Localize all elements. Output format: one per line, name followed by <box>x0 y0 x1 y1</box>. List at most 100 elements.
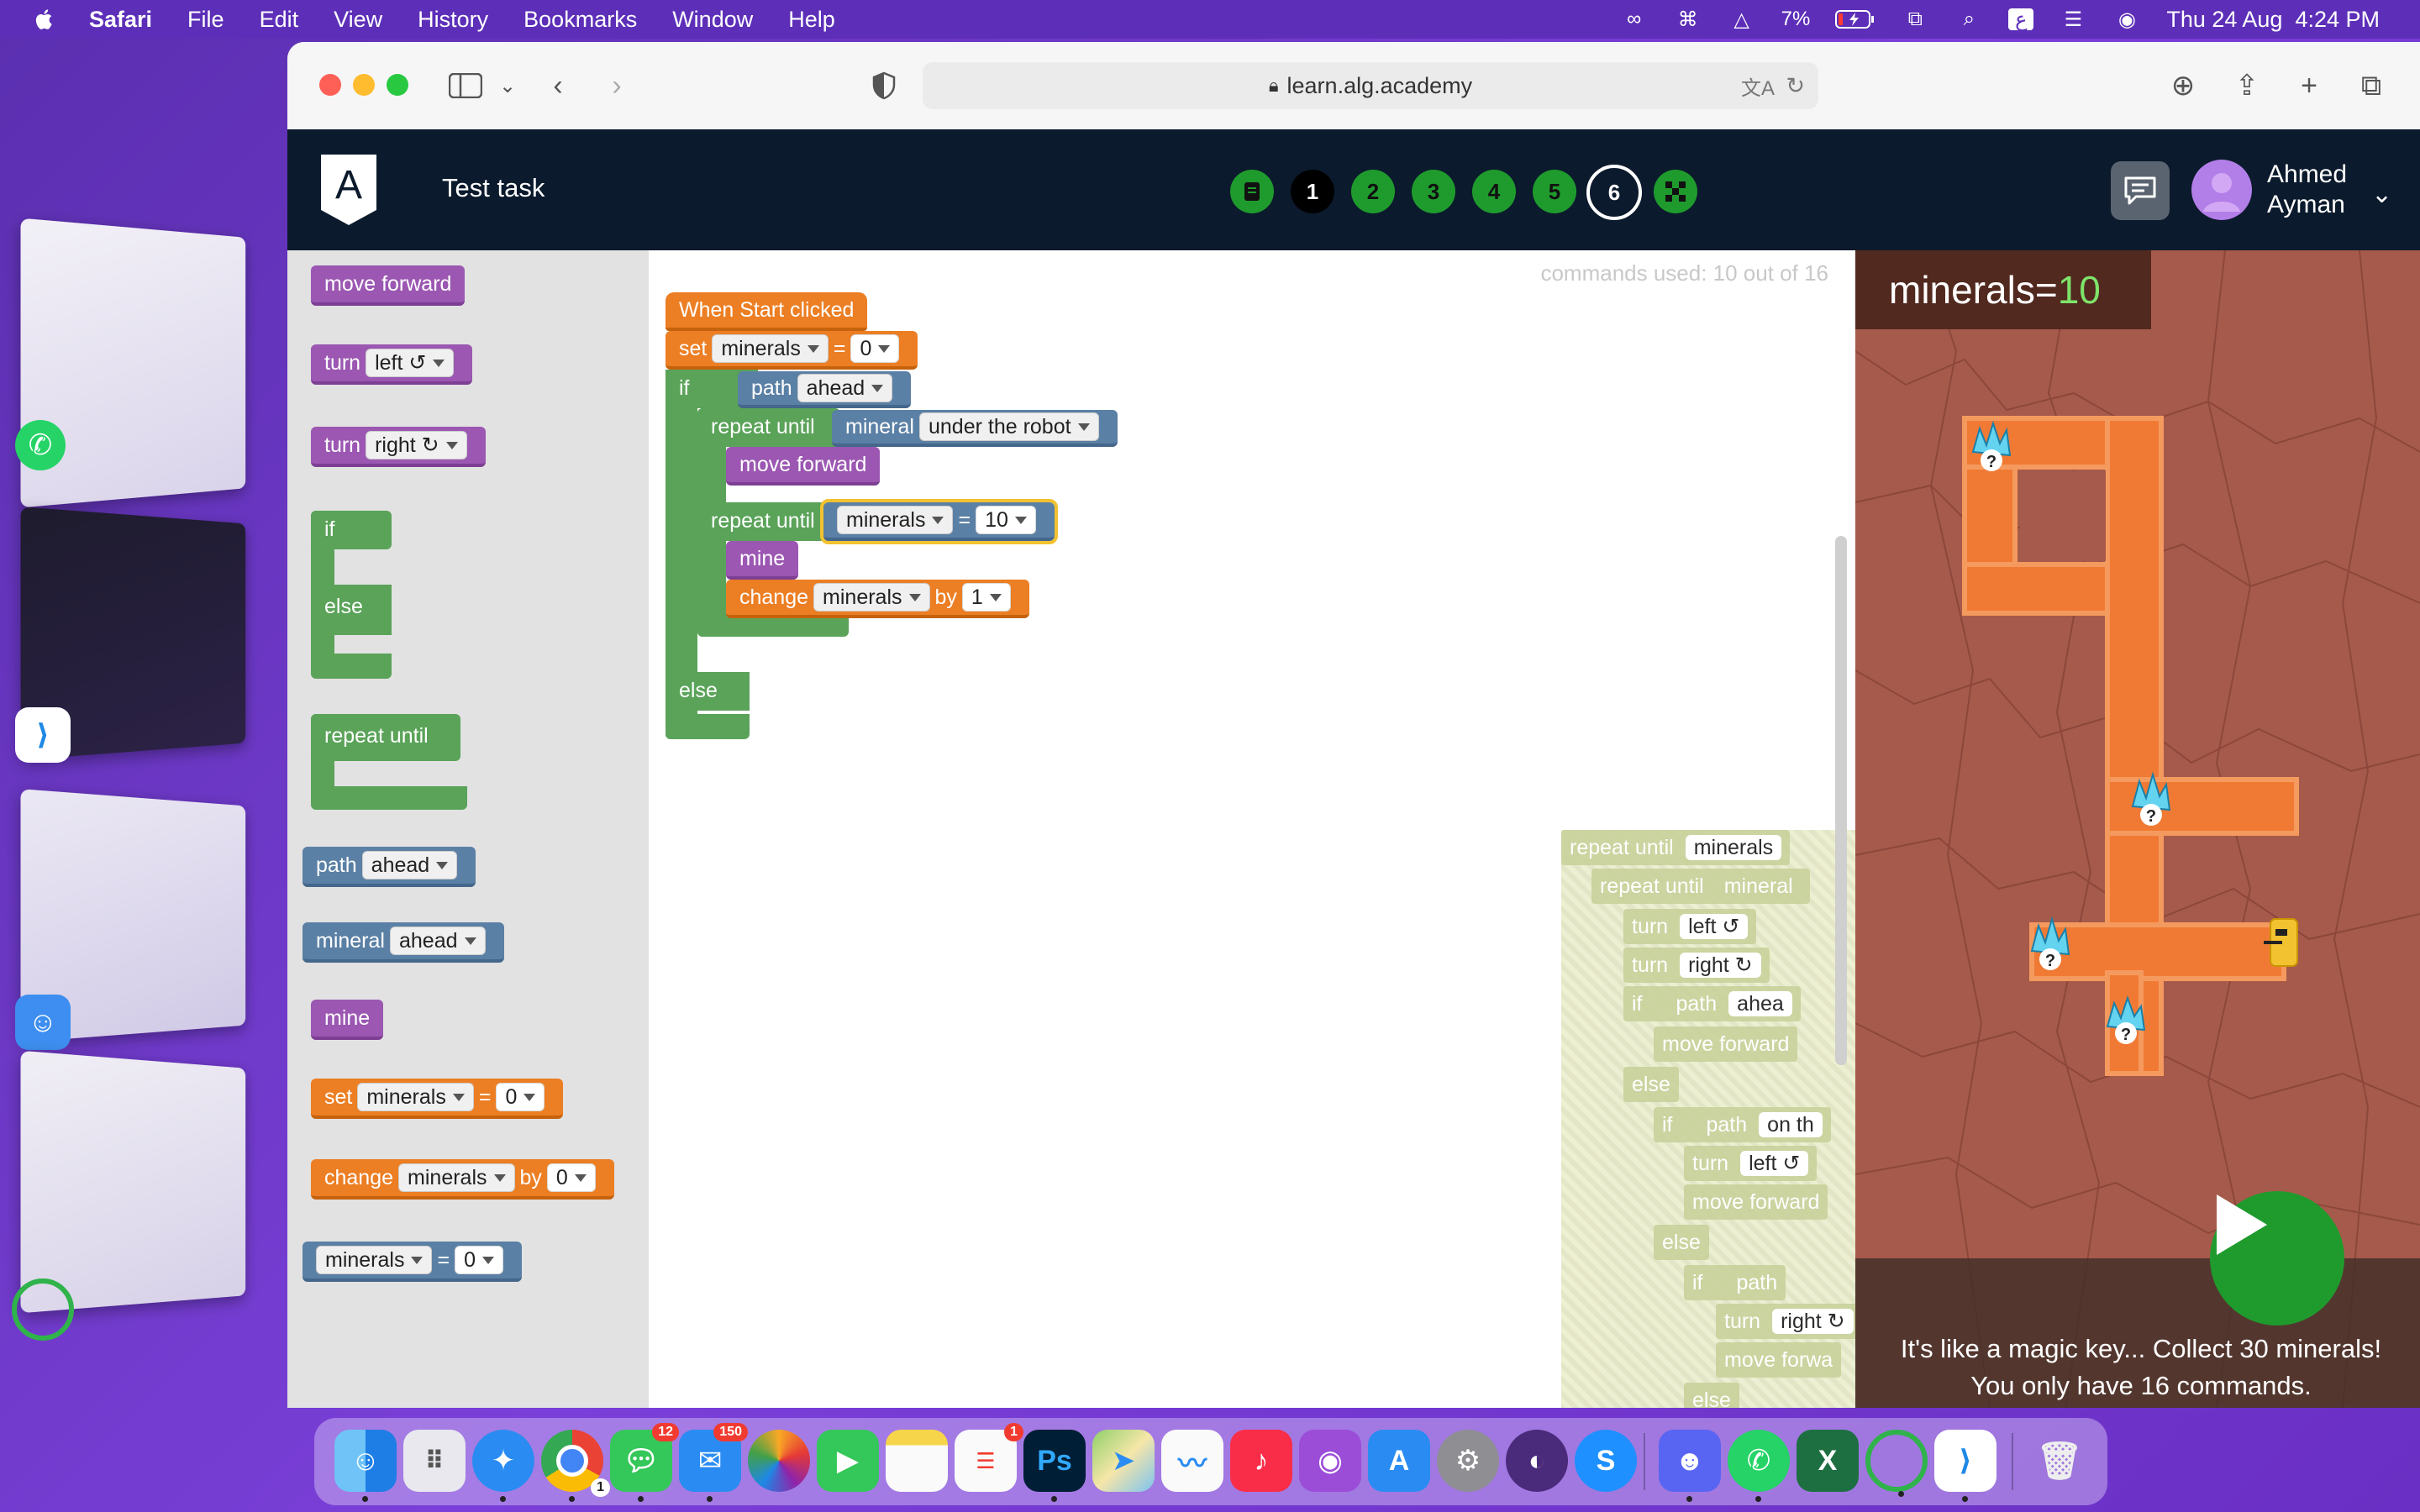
variable-dropdown[interactable]: minerals <box>316 1246 433 1274</box>
input-source-icon[interactable]: ع <box>2008 8 2034 31</box>
photos-dock-icon[interactable] <box>748 1430 810 1492</box>
direction-dropdown[interactable]: right ↻ <box>366 431 467 459</box>
system-settings-dock-icon[interactable]: ⚙ <box>1437 1430 1499 1492</box>
reload-icon[interactable]: ↻ <box>1786 73 1805 99</box>
zoom-window-button[interactable] <box>387 74 408 96</box>
toolbox-minerals-compare[interactable]: minerals = 0 <box>302 1242 522 1282</box>
variable-dropdown[interactable]: minerals <box>837 506 954 534</box>
step-5[interactable]: 5 <box>1533 170 1576 213</box>
mail-dock-icon[interactable]: ✉ 150 <box>679 1423 748 1502</box>
value-dropdown[interactable]: 0 <box>850 334 900 363</box>
change-minerals-block[interactable]: change minerals by 1 <box>726 580 1029 618</box>
toolbox-mineral-ahead[interactable]: mineral ahead <box>302 922 504 963</box>
anaconda-icon[interactable] <box>12 1278 74 1341</box>
mineral-location-dropdown[interactable]: under the robot <box>918 412 1099 441</box>
toolbox-change-minerals[interactable]: change minerals by 0 <box>311 1159 614 1200</box>
photoshop-dock-icon[interactable]: Ps <box>1023 1430 1086 1502</box>
variable-dropdown[interactable]: minerals <box>398 1163 515 1192</box>
trash-dock-icon[interactable]: 🗑︎ <box>2028 1430 2091 1492</box>
spotlight-search-icon[interactable]: ⌕ <box>1954 8 1983 30</box>
chevron-down-icon[interactable]: ⌄ <box>489 67 526 104</box>
site-logo[interactable]: A <box>321 155 376 225</box>
step-3[interactable]: 3 <box>1412 170 1455 213</box>
workspace-scrollbar[interactable] <box>1835 536 1847 1065</box>
toolbox-turn-left[interactable]: turn left ↺ <box>311 344 473 385</box>
vscode-dock-icon[interactable]: ⟩ <box>1934 1430 1996 1502</box>
launchpad-dock-icon[interactable]: ⠿ <box>403 1430 466 1492</box>
tab-overview-icon[interactable]: ⧉ <box>2353 67 2390 104</box>
chrome-dock-icon[interactable]: 1 <box>541 1430 610 1502</box>
step-4[interactable]: 4 <box>1472 170 1516 213</box>
step-1[interactable]: 1 <box>1291 170 1334 213</box>
finder-icon[interactable]: ☺ <box>15 995 71 1050</box>
value-dropdown[interactable]: 0 <box>496 1083 545 1111</box>
finder-dock-icon[interactable]: ☺ <box>334 1430 397 1502</box>
maps-dock-icon[interactable]: ➤ <box>1092 1430 1155 1492</box>
control-center-icon[interactable]: ☰ <box>2059 8 2087 31</box>
whatsapp-icon[interactable]: ✆ <box>15 420 66 470</box>
step-theory-icon[interactable] <box>1230 170 1274 213</box>
menu-bookmarks[interactable]: Bookmarks <box>523 7 637 33</box>
step-bonus-icon[interactable] <box>1654 170 1697 213</box>
toolbox-mine[interactable]: mine <box>311 1000 384 1040</box>
chevron-down-icon[interactable]: ⌄ <box>2371 180 2392 209</box>
screen-mirroring-icon[interactable]: ⧉ <box>1901 8 1929 30</box>
path-dropdown[interactable]: ahead <box>797 374 893 402</box>
path-dropdown[interactable]: ahead <box>361 851 458 879</box>
menu-edit[interactable]: Edit <box>260 7 299 33</box>
value-dropdown[interactable]: 0 <box>455 1246 503 1274</box>
menu-view[interactable]: View <box>334 7 382 33</box>
variable-dropdown[interactable]: minerals <box>357 1083 474 1111</box>
share-icon[interactable]: ⇪ <box>2228 67 2265 104</box>
mine-block[interactable]: mine <box>726 541 799 580</box>
podcasts-dock-icon[interactable]: ◉ <box>1299 1430 1361 1492</box>
stage-thumbnail-anaconda[interactable] <box>20 1050 246 1314</box>
menu-help[interactable]: Help <box>788 7 835 33</box>
siri-icon[interactable]: ◉ <box>2112 8 2141 31</box>
menu-window[interactable]: Window <box>672 7 753 33</box>
toolbox-turn-right[interactable]: turn right ↻ <box>311 427 486 467</box>
notes-dock-icon[interactable] <box>886 1430 948 1492</box>
discord-dock-icon[interactable]: ☻ <box>1659 1430 1721 1502</box>
sidebar-toggle-icon[interactable] <box>447 67 484 104</box>
move-forward-block[interactable]: move forward <box>726 447 881 486</box>
minerals-equals-condition[interactable]: minerals = 10 <box>820 499 1058 544</box>
battery-icon[interactable] <box>1835 9 1876 29</box>
mineral-under-robot-condition[interactable]: mineral under the robot <box>832 410 1118 447</box>
freeform-dock-icon[interactable]: 〰 <box>1161 1430 1223 1492</box>
facetime-dock-icon[interactable]: ▶ <box>817 1430 879 1492</box>
downloads-icon[interactable]: ⊕ <box>2165 67 2202 104</box>
shazam-dock-icon[interactable]: S <box>1575 1430 1637 1492</box>
path-ahead-condition[interactable]: path ahead <box>738 371 912 408</box>
menu-file[interactable]: File <box>187 7 224 33</box>
play-button[interactable] <box>2210 1191 2344 1326</box>
direction-dropdown[interactable]: left ↺ <box>366 349 455 377</box>
minimize-window-button[interactable] <box>353 74 375 96</box>
menu-datetime[interactable]: Thu 24 Aug 4:24 PM <box>2166 7 2380 33</box>
mineral-dropdown[interactable]: ahead <box>389 927 486 955</box>
close-window-button[interactable] <box>319 74 341 96</box>
set-minerals-block[interactable]: set minerals = 0 <box>666 331 918 370</box>
step-2[interactable]: 2 <box>1351 170 1395 213</box>
privacy-shield-icon[interactable] <box>865 67 902 104</box>
translate-icon[interactable]: 文A <box>1741 71 1775 101</box>
apple-icon[interactable] <box>32 7 57 32</box>
creative-cloud-icon[interactable]: ∞ <box>1620 8 1649 30</box>
toolbox-repeat-until[interactable]: repeat until <box>311 714 467 810</box>
toolbox-path-ahead[interactable]: path ahead <box>302 847 476 887</box>
reminders-dock-icon[interactable]: ☰ 1 <box>955 1423 1023 1492</box>
music-dock-icon[interactable]: ♪ <box>1230 1430 1292 1492</box>
chat-button[interactable] <box>2111 161 2170 220</box>
app-status-icon[interactable]: △ <box>1728 8 1756 31</box>
excel-dock-icon[interactable]: X <box>1797 1430 1859 1492</box>
when-start-clicked-block[interactable]: When Start clicked <box>666 292 868 331</box>
address-bar[interactable]: 🔒︎ learn.alg.academy 文A ↻ <box>923 62 1818 109</box>
toolbox-set-minerals[interactable]: set minerals = 0 <box>311 1079 564 1119</box>
value-dropdown[interactable]: 0 <box>546 1163 596 1192</box>
toolbox-if-else[interactable]: if else <box>311 511 403 679</box>
whatsapp-dock-icon[interactable]: ✆ <box>1728 1430 1790 1502</box>
avatar[interactable] <box>2191 160 2252 220</box>
vpn-icon[interactable]: ⌘ <box>1674 8 1702 31</box>
value-dropdown[interactable]: 10 <box>976 506 1036 534</box>
anaconda-dock-icon[interactable] <box>1865 1430 1928 1497</box>
